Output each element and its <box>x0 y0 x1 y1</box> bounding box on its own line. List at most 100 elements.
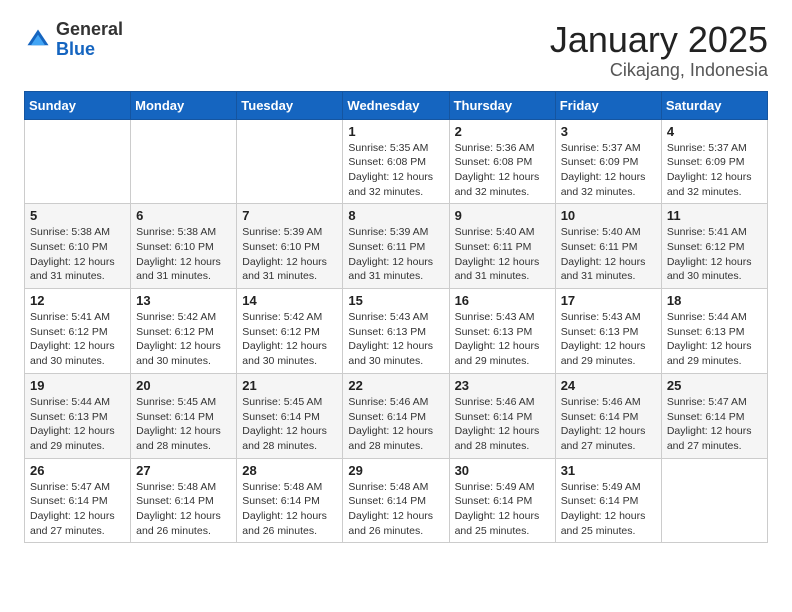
day-number: 24 <box>561 378 656 393</box>
weekday-label: Monday <box>131 91 237 119</box>
day-number: 28 <box>242 463 337 478</box>
day-info: Sunrise: 5:43 AMSunset: 6:13 PMDaylight:… <box>561 310 656 369</box>
day-number: 27 <box>136 463 231 478</box>
weekday-header-row: SundayMondayTuesdayWednesdayThursdayFrid… <box>25 91 768 119</box>
day-number: 26 <box>30 463 125 478</box>
day-info: Sunrise: 5:43 AMSunset: 6:13 PMDaylight:… <box>455 310 550 369</box>
page-header: General Blue January 2025 Cikajang, Indo… <box>24 20 768 81</box>
logo: General Blue <box>24 20 123 60</box>
day-number: 10 <box>561 208 656 223</box>
calendar-table: SundayMondayTuesdayWednesdayThursdayFrid… <box>24 91 768 544</box>
calendar-cell: 5Sunrise: 5:38 AMSunset: 6:10 PMDaylight… <box>25 204 131 289</box>
calendar-cell: 7 Sunrise: 5:39 AMSunset: 6:10 PMDaylight… <box>237 204 343 289</box>
calendar-cell: 2Sunrise: 5:36 AMSunset: 6:08 PMDaylight… <box>449 119 555 204</box>
calendar-cell: 22 Sunrise: 5:46 AMSunset: 6:14 PMDayligh… <box>343 373 449 458</box>
day-info: Sunrise: 5:47 AMSunset: 6:14 PMDaylight:… <box>30 480 125 539</box>
day-info: Sunrise: 5:39 AMSunset: 6:10 PMDaylight:… <box>242 225 337 284</box>
day-info: Sunrise: 5:45 AMSunset: 6:14 PMDaylight:… <box>242 395 337 454</box>
day-number: 16 <box>455 293 550 308</box>
day-number: 20 <box>136 378 231 393</box>
day-number: 9 <box>455 208 550 223</box>
weekday-label: Wednesday <box>343 91 449 119</box>
day-number: 13 <box>136 293 231 308</box>
weekday-label: Sunday <box>25 91 131 119</box>
calendar-cell <box>25 119 131 204</box>
weekday-label: Thursday <box>449 91 555 119</box>
calendar-cell: 18Sunrise: 5:44 AMSunset: 6:13 PMDayligh… <box>661 289 767 374</box>
calendar-cell: 4Sunrise: 5:37 AMSunset: 6:09 PMDaylight… <box>661 119 767 204</box>
day-info: Sunrise: 5:49 AMSunset: 6:14 PMDaylight:… <box>455 480 550 539</box>
day-info: Sunrise: 5:47 AMSunset: 6:14 PMDaylight:… <box>667 395 762 454</box>
logo-general-text: General <box>56 19 123 39</box>
calendar-cell: 25Sunrise: 5:47 AMSunset: 6:14 PMDayligh… <box>661 373 767 458</box>
calendar-week-row: 5Sunrise: 5:38 AMSunset: 6:10 PMDaylight… <box>25 204 768 289</box>
calendar-cell <box>237 119 343 204</box>
day-info: Sunrise: 5:43 AMSunset: 6:13 PMDaylight:… <box>348 310 443 369</box>
logo-icon <box>24 26 52 54</box>
day-info: Sunrise: 5:42 AMSunset: 6:12 PMDaylight:… <box>242 310 337 369</box>
day-info: Sunrise: 5:42 AMSunset: 6:12 PMDaylight:… <box>136 310 231 369</box>
day-info: Sunrise: 5:37 AMSunset: 6:09 PMDaylight:… <box>561 141 656 200</box>
calendar-body: 1 Sunrise: 5:35 AMSunset: 6:08 PMDaylight… <box>25 119 768 543</box>
logo-blue-text: Blue <box>56 39 95 59</box>
calendar-cell: 3 Sunrise: 5:37 AMSunset: 6:09 PMDaylight… <box>555 119 661 204</box>
calendar-cell: 14 Sunrise: 5:42 AMSunset: 6:12 PMDayligh… <box>237 289 343 374</box>
calendar-cell: 28 Sunrise: 5:48 AMSunset: 6:14 PMDayligh… <box>237 458 343 543</box>
calendar-week-row: 26 Sunrise: 5:47 AMSunset: 6:14 PMDayligh… <box>25 458 768 543</box>
weekday-label: Saturday <box>661 91 767 119</box>
day-number: 18 <box>667 293 762 308</box>
calendar-subtitle: Cikajang, Indonesia <box>550 60 768 81</box>
day-info: Sunrise: 5:46 AMSunset: 6:14 PMDaylight:… <box>561 395 656 454</box>
day-number: 21 <box>242 378 337 393</box>
day-number: 31 <box>561 463 656 478</box>
calendar-week-row: 1 Sunrise: 5:35 AMSunset: 6:08 PMDaylight… <box>25 119 768 204</box>
day-info: Sunrise: 5:48 AMSunset: 6:14 PMDaylight:… <box>348 480 443 539</box>
calendar-cell: 23Sunrise: 5:46 AMSunset: 6:14 PMDayligh… <box>449 373 555 458</box>
calendar-cell: 11Sunrise: 5:41 AMSunset: 6:12 PMDayligh… <box>661 204 767 289</box>
day-number: 6 <box>136 208 231 223</box>
day-info: Sunrise: 5:35 AMSunset: 6:08 PMDaylight:… <box>348 141 443 200</box>
day-info: Sunrise: 5:46 AMSunset: 6:14 PMDaylight:… <box>348 395 443 454</box>
calendar-cell: 20 Sunrise: 5:45 AMSunset: 6:14 PMDayligh… <box>131 373 237 458</box>
day-info: Sunrise: 5:48 AMSunset: 6:14 PMDaylight:… <box>136 480 231 539</box>
day-info: Sunrise: 5:38 AMSunset: 6:10 PMDaylight:… <box>136 225 231 284</box>
calendar-cell: 27 Sunrise: 5:48 AMSunset: 6:14 PMDayligh… <box>131 458 237 543</box>
day-number: 11 <box>667 208 762 223</box>
calendar-cell: 19Sunrise: 5:44 AMSunset: 6:13 PMDayligh… <box>25 373 131 458</box>
calendar-cell: 31 Sunrise: 5:49 AMSunset: 6:14 PMDayligh… <box>555 458 661 543</box>
day-number: 17 <box>561 293 656 308</box>
calendar-cell: 12Sunrise: 5:41 AMSunset: 6:12 PMDayligh… <box>25 289 131 374</box>
day-info: Sunrise: 5:41 AMSunset: 6:12 PMDaylight:… <box>30 310 125 369</box>
calendar-cell: 13 Sunrise: 5:42 AMSunset: 6:12 PMDayligh… <box>131 289 237 374</box>
day-number: 30 <box>455 463 550 478</box>
title-block: January 2025 Cikajang, Indonesia <box>550 20 768 81</box>
day-number: 3 <box>561 124 656 139</box>
calendar-cell: 24 Sunrise: 5:46 AMSunset: 6:14 PMDayligh… <box>555 373 661 458</box>
day-number: 7 <box>242 208 337 223</box>
day-info: Sunrise: 5:45 AMSunset: 6:14 PMDaylight:… <box>136 395 231 454</box>
day-number: 8 <box>348 208 443 223</box>
day-number: 29 <box>348 463 443 478</box>
calendar-cell: 10Sunrise: 5:40 AMSunset: 6:11 PMDayligh… <box>555 204 661 289</box>
calendar-cell: 1 Sunrise: 5:35 AMSunset: 6:08 PMDaylight… <box>343 119 449 204</box>
calendar-cell: 26 Sunrise: 5:47 AMSunset: 6:14 PMDayligh… <box>25 458 131 543</box>
day-number: 1 <box>348 124 443 139</box>
day-info: Sunrise: 5:46 AMSunset: 6:14 PMDaylight:… <box>455 395 550 454</box>
day-info: Sunrise: 5:49 AMSunset: 6:14 PMDaylight:… <box>561 480 656 539</box>
day-number: 14 <box>242 293 337 308</box>
calendar-cell: 9Sunrise: 5:40 AMSunset: 6:11 PMDaylight… <box>449 204 555 289</box>
calendar-cell: 29 Sunrise: 5:48 AMSunset: 6:14 PMDayligh… <box>343 458 449 543</box>
day-number: 15 <box>348 293 443 308</box>
day-number: 22 <box>348 378 443 393</box>
calendar-cell: 30 Sunrise: 5:49 AMSunset: 6:14 PMDayligh… <box>449 458 555 543</box>
calendar-title: January 2025 <box>550 20 768 60</box>
calendar-cell: 15 Sunrise: 5:43 AMSunset: 6:13 PMDayligh… <box>343 289 449 374</box>
calendar-cell: 8Sunrise: 5:39 AMSunset: 6:11 PMDaylight… <box>343 204 449 289</box>
weekday-label: Friday <box>555 91 661 119</box>
day-info: Sunrise: 5:36 AMSunset: 6:08 PMDaylight:… <box>455 141 550 200</box>
day-info: Sunrise: 5:48 AMSunset: 6:14 PMDaylight:… <box>242 480 337 539</box>
calendar-cell: 16 Sunrise: 5:43 AMSunset: 6:13 PMDayligh… <box>449 289 555 374</box>
day-info: Sunrise: 5:38 AMSunset: 6:10 PMDaylight:… <box>30 225 125 284</box>
day-info: Sunrise: 5:37 AMSunset: 6:09 PMDaylight:… <box>667 141 762 200</box>
calendar-cell <box>661 458 767 543</box>
